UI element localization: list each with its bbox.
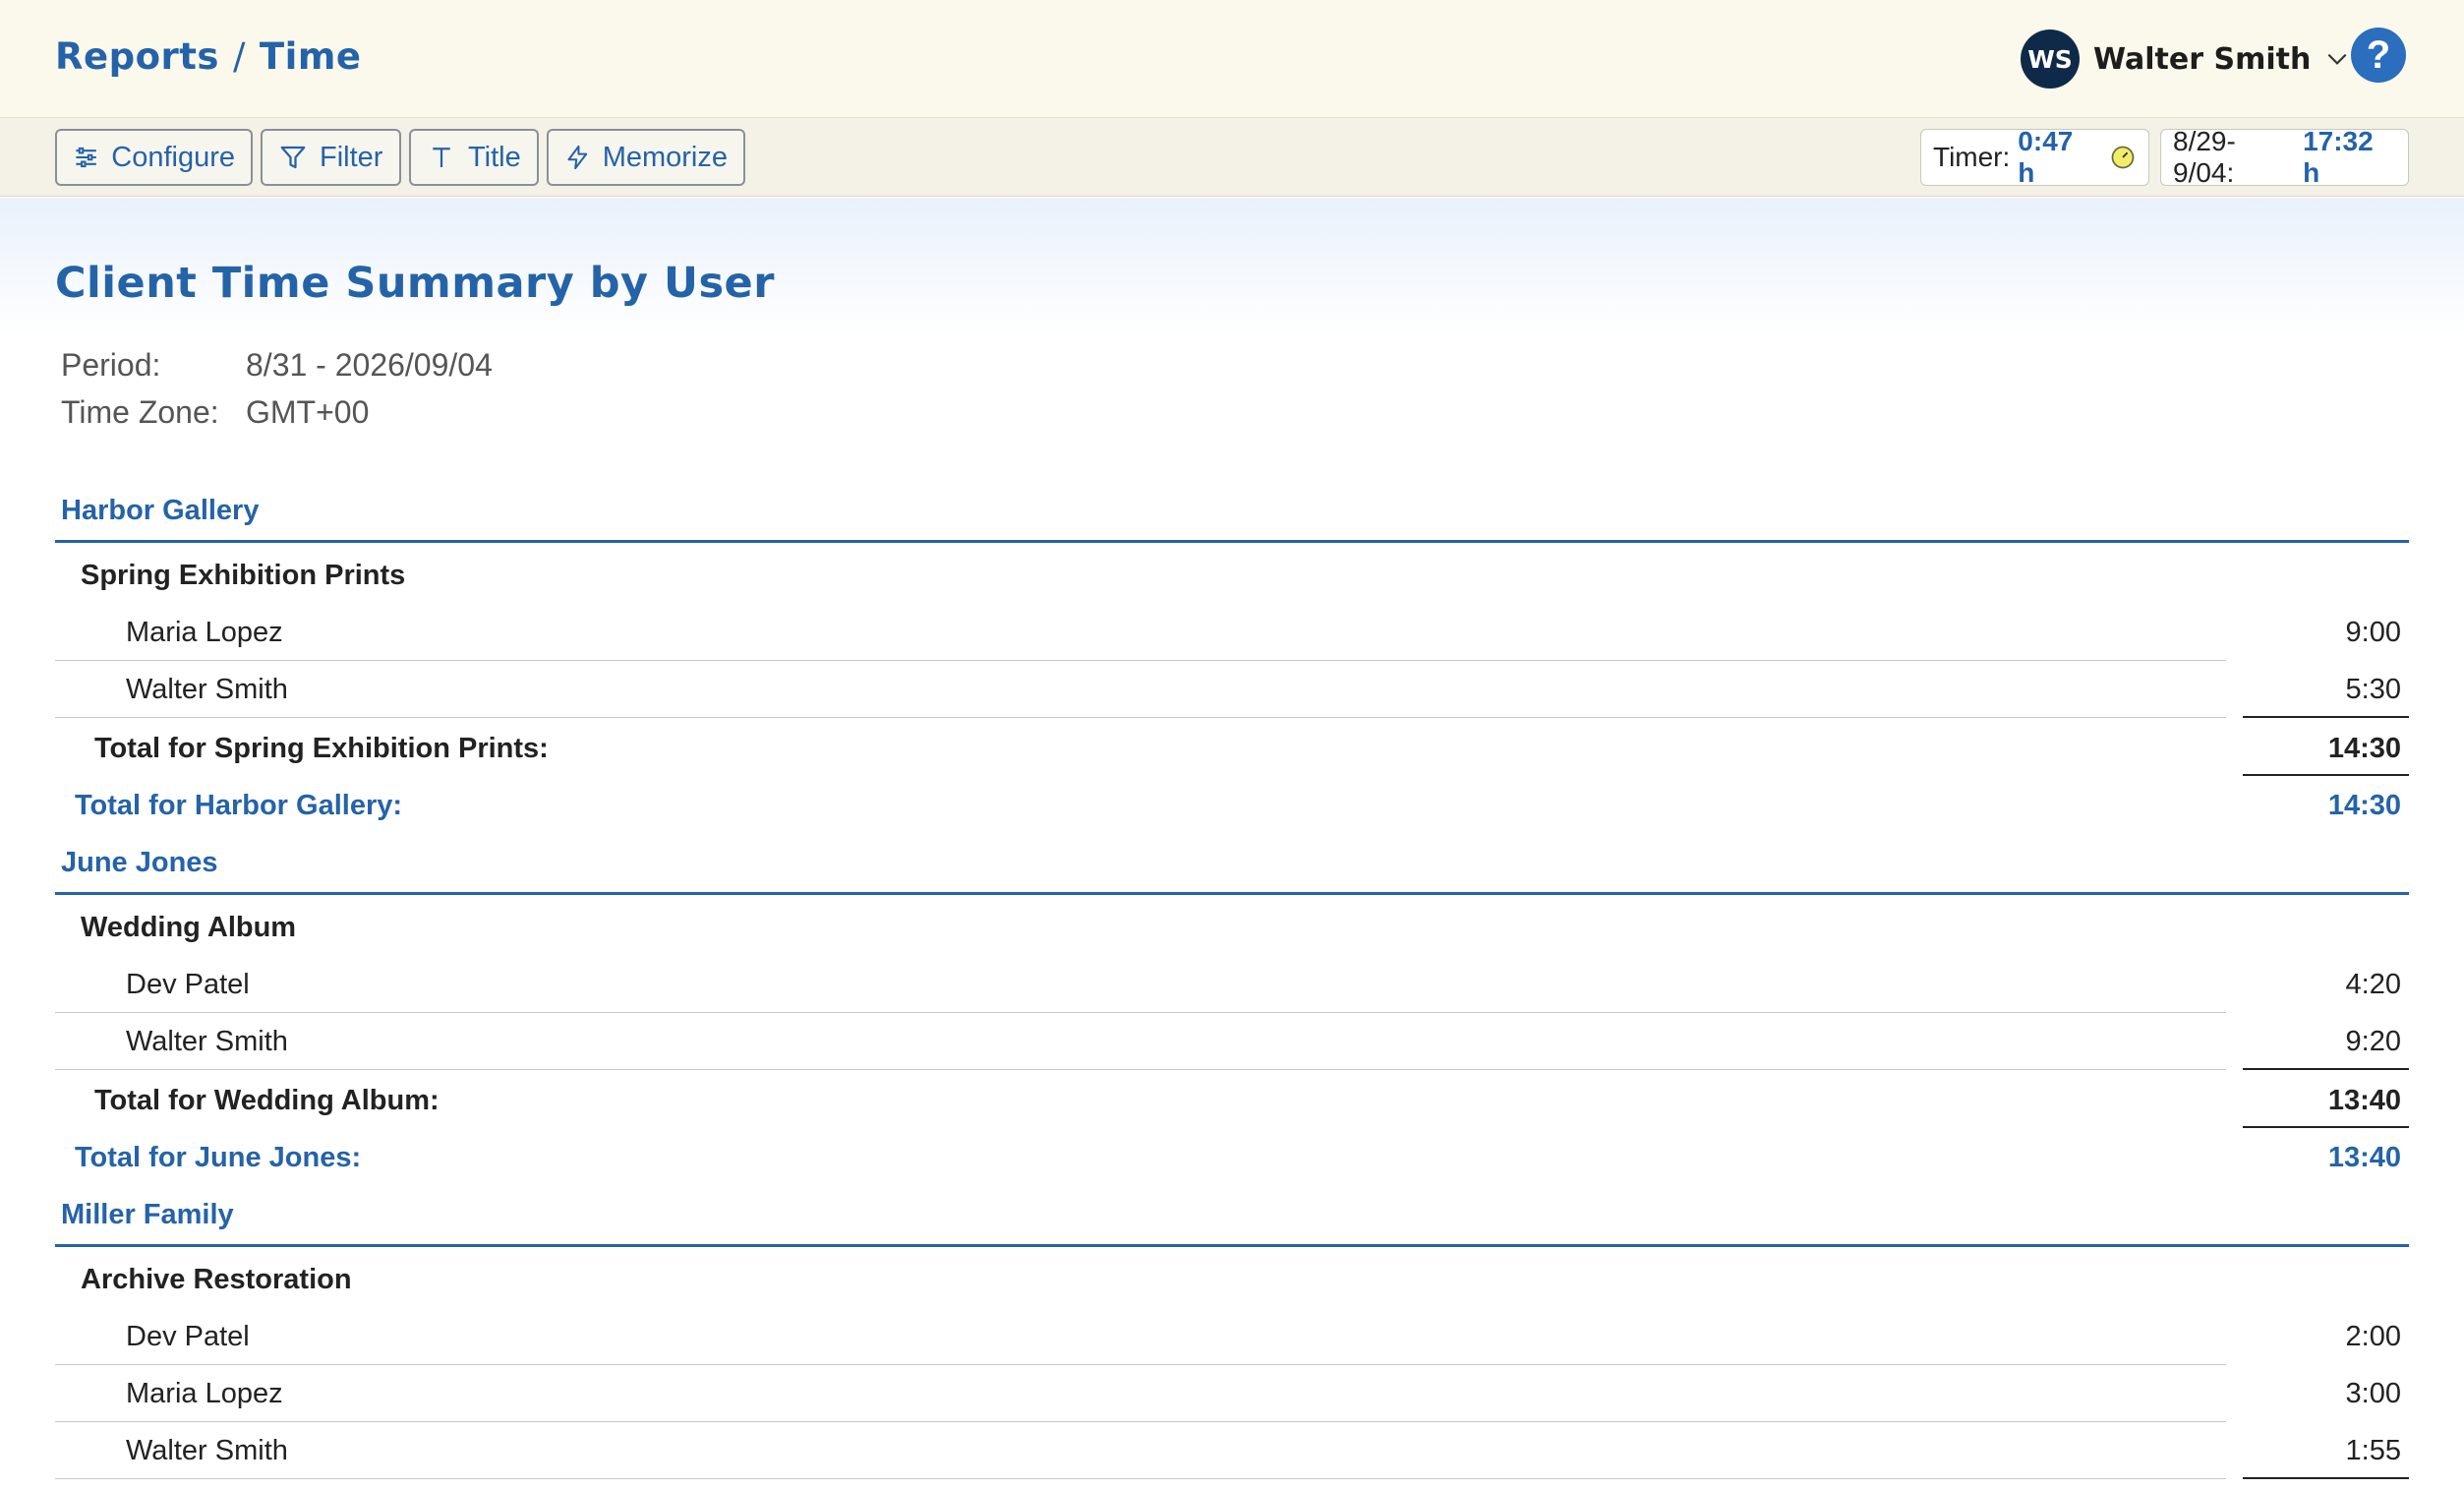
client-divider	[55, 1244, 2409, 1247]
user-menu[interactable]: WS Walter Smith	[2021, 28, 2350, 90]
client-total-label: Total for June Jones:	[75, 1142, 362, 1173]
row-divider	[55, 1478, 2226, 1479]
client-divider	[55, 892, 2409, 895]
row-divider	[55, 660, 2226, 661]
user-row-name: Dev Patel	[126, 1321, 250, 1352]
row-divider	[55, 1364, 2226, 1365]
memorize-label: Memorize	[602, 141, 728, 173]
project-name: Spring Exhibition Prints	[81, 560, 406, 591]
memorize-button[interactable]: Memorize	[547, 129, 745, 186]
row-divider	[55, 1012, 2226, 1013]
breadcrumb-time: Time	[259, 35, 362, 78]
filter-button[interactable]: Filter	[261, 129, 401, 186]
week-total-widget[interactable]: 8/29-9/04: 17:32 h	[2160, 126, 2409, 188]
title-button[interactable]: Title	[409, 129, 539, 186]
help-button[interactable]: ?	[2351, 28, 2406, 83]
user-row-name: Walter Smith	[126, 1026, 288, 1057]
client-divider	[55, 540, 2409, 543]
project-name: Archive Restoration	[81, 1264, 352, 1295]
user-row-name: Dev Patel	[126, 969, 250, 1000]
week-range-label: 8/29-9/04:	[2173, 126, 2236, 188]
row-divider	[55, 1069, 2226, 1070]
project-total-label: Total for Wedding Album:	[94, 1085, 440, 1116]
breadcrumb-reports[interactable]: Reports	[55, 35, 219, 78]
timezone-label: Time Zone:	[61, 394, 219, 430]
user-row-time: 3:00	[2345, 1378, 2401, 1409]
timer-widget[interactable]: Timer: 0:47 h	[1920, 126, 2149, 188]
user-row-name: Walter Smith	[126, 674, 288, 705]
timezone-value: GMT+00	[246, 394, 370, 430]
project-total-value: 13:40	[2327, 1085, 2401, 1116]
timer-value: 0:47 h	[2018, 126, 2074, 188]
sum-divider	[2243, 774, 2409, 776]
report-content: Client Time Summary by User Period: 8/31 …	[0, 198, 2464, 1489]
user-row-name: Maria Lopez	[126, 617, 283, 648]
sum-divider	[2243, 1477, 2409, 1479]
client-name[interactable]: Miller Family	[61, 1199, 234, 1231]
title-label: Title	[468, 141, 521, 173]
user-row-name: Maria Lopez	[126, 1378, 283, 1409]
sum-divider	[2243, 1068, 2409, 1070]
sum-divider	[2243, 1126, 2409, 1128]
breadcrumb: Reports / Time	[55, 35, 362, 78]
project-total-value: 14:30	[2327, 733, 2401, 764]
week-total-value: 17:32 h	[2303, 126, 2374, 188]
timer-label: Timer:	[1933, 142, 2011, 172]
user-row-time: 5:30	[2345, 674, 2401, 705]
project-name: Wedding Album	[81, 912, 297, 943]
filter-label: Filter	[320, 141, 383, 173]
user-row-time: 1:55	[2345, 1435, 2401, 1466]
period-value: 8/31 - 2026/09/04	[246, 347, 493, 383]
user-name[interactable]: Walter Smith	[2093, 42, 2311, 77]
sum-divider	[2243, 716, 2409, 718]
user-row-time: 9:00	[2345, 617, 2401, 648]
period-row: Period: 8/31 - 2026/09/04	[61, 347, 493, 384]
row-divider	[55, 717, 2226, 718]
configure-label: Configure	[111, 141, 235, 173]
filter-icon	[280, 146, 306, 169]
timezone-row: Time Zone: GMT+00	[61, 394, 369, 431]
project-total-label: Total for Spring Exhibition Prints:	[94, 733, 549, 764]
user-row-time: 2:00	[2345, 1321, 2401, 1352]
user-row-time: 9:20	[2345, 1026, 2401, 1057]
top-header: Reports / Time WS Walter Smith ?	[0, 0, 2464, 118]
client-total-value: 13:40	[2327, 1142, 2401, 1173]
client-total-label: Total for Harbor Gallery:	[75, 790, 403, 821]
avatar[interactable]: WS	[2021, 30, 2080, 89]
chevron-down-icon[interactable]	[2324, 46, 2350, 72]
user-row-time: 4:20	[2345, 969, 2401, 1000]
row-divider	[55, 1421, 2226, 1422]
page-title: Client Time Summary by User	[55, 259, 775, 308]
toolbar: Configure Filter Title Memorize Timer: 0…	[0, 118, 2464, 197]
configure-button[interactable]: Configure	[55, 129, 253, 186]
user-row-name: Walter Smith	[126, 1435, 288, 1466]
client-total-value: 14:30	[2327, 790, 2401, 821]
period-label: Period:	[61, 347, 161, 383]
stopwatch-icon[interactable]	[2109, 144, 2137, 171]
breadcrumb-separator: /	[232, 35, 246, 78]
client-name[interactable]: June Jones	[61, 847, 218, 879]
lightning-icon	[567, 145, 588, 170]
sliders-icon	[76, 147, 96, 168]
text-icon	[433, 148, 450, 167]
client-name[interactable]: Harbor Gallery	[61, 495, 259, 527]
